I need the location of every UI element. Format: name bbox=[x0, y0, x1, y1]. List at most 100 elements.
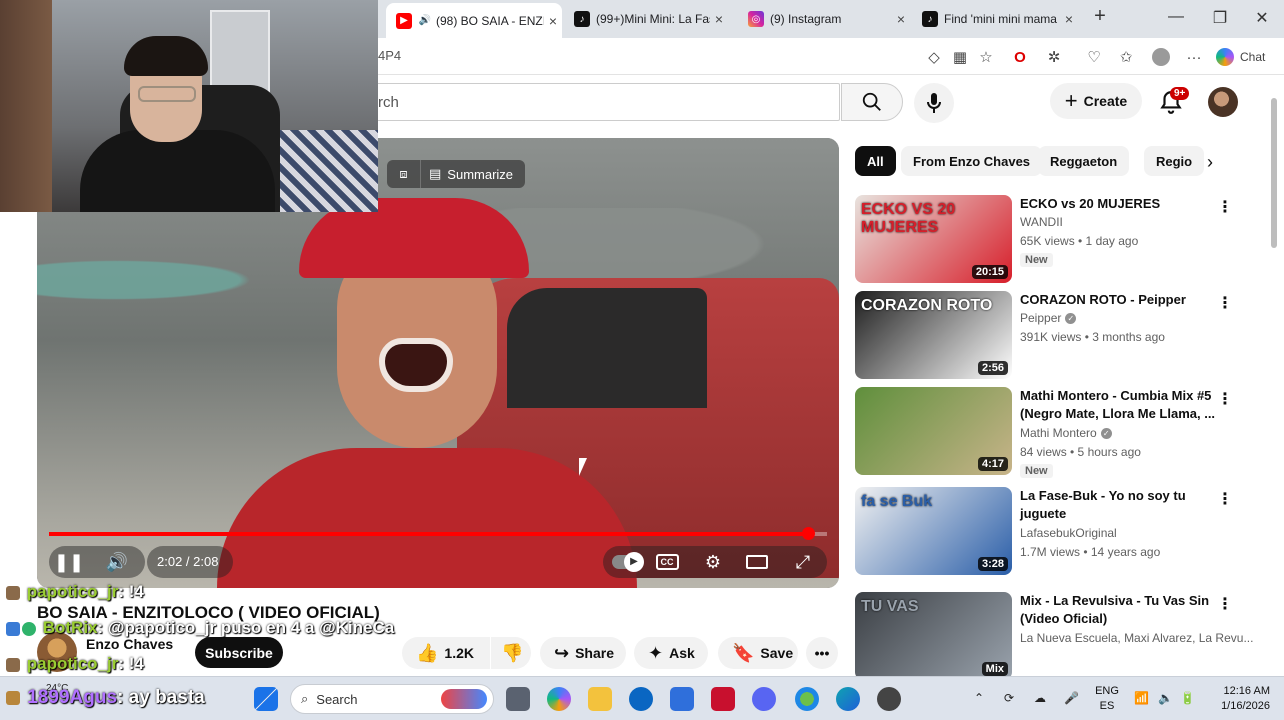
captions-button[interactable]: CC bbox=[653, 548, 681, 576]
minimize-icon[interactable]: — bbox=[1166, 8, 1186, 26]
mic-tray-icon[interactable]: 🎤 bbox=[1064, 691, 1079, 705]
restore-icon[interactable]: ❐ bbox=[1210, 8, 1230, 28]
create-button[interactable]: + Create bbox=[1050, 83, 1142, 119]
progress-bar[interactable] bbox=[49, 527, 827, 540]
close-tab-icon[interactable]: × bbox=[544, 13, 562, 29]
new-tab-button[interactable]: + bbox=[1090, 5, 1110, 28]
file-explorer-icon[interactable] bbox=[588, 687, 612, 711]
more-icon[interactable]: ··· bbox=[1184, 47, 1204, 67]
settings-button[interactable]: ⚙ bbox=[699, 548, 727, 576]
video-thumbnail[interactable]: ECKO VS 20 MUJERES 20:15 bbox=[855, 195, 1012, 283]
ask-button[interactable]: ✦ Ask bbox=[634, 637, 708, 669]
chevron-right-icon[interactable]: › bbox=[1198, 150, 1222, 174]
close-window-icon[interactable]: ✕ bbox=[1252, 8, 1272, 28]
speaker-tray-icon[interactable]: 🔈 bbox=[1158, 691, 1173, 705]
mcafee-icon[interactable] bbox=[711, 687, 735, 711]
recommended-title[interactable]: Mix - La Revulsiva - Tu Vas Sin (Video O… bbox=[1020, 592, 1225, 628]
kebab-menu-icon[interactable]: ⋮ bbox=[1217, 389, 1233, 408]
video-thumbnail[interactable]: TU VAS Mix bbox=[855, 592, 1012, 680]
cloud-icon[interactable]: ☁ bbox=[1034, 691, 1046, 705]
speaker-icon[interactable]: 🔊 bbox=[418, 13, 432, 29]
dislike-button[interactable]: 👎 bbox=[491, 637, 531, 669]
copilot-icon[interactable] bbox=[547, 687, 571, 711]
pause-button[interactable]: ❚❚ bbox=[54, 548, 84, 576]
fullscreen-button[interactable]: ⤢ bbox=[789, 548, 817, 576]
chevron-up-icon[interactable]: ⌃ bbox=[974, 691, 984, 705]
browser-essentials-icon[interactable]: ♡ bbox=[1084, 47, 1104, 67]
volume-button[interactable]: 🔊 bbox=[103, 548, 131, 576]
reading-mode-icon[interactable]: ◇ bbox=[924, 47, 944, 67]
battery-icon[interactable]: 🔋 bbox=[1180, 691, 1195, 705]
close-tab-icon[interactable]: × bbox=[710, 11, 728, 27]
profile-icon[interactable] bbox=[1152, 48, 1170, 66]
subscribe-button[interactable]: Subscribe bbox=[195, 637, 283, 668]
video-thumbnail[interactable]: 4:17 bbox=[855, 387, 1012, 475]
recommended-video[interactable]: 4:17 Mathi Montero - Cumbia Mix #5 (Negro… bbox=[855, 387, 1255, 478]
kebab-menu-icon[interactable]: ⋮ bbox=[1217, 489, 1233, 508]
autoplay-toggle[interactable]: ▶ bbox=[609, 548, 645, 576]
kebab-menu-icon[interactable]: ⋮ bbox=[1217, 594, 1233, 613]
opera-extension-icon[interactable]: O bbox=[1010, 47, 1030, 67]
channel-name[interactable]: Enzo Chaves bbox=[86, 636, 173, 652]
recommended-channel[interactable]: Mathi Montero ✓ bbox=[1020, 426, 1112, 440]
kebab-menu-icon[interactable]: ⋮ bbox=[1217, 293, 1233, 312]
hp-icon[interactable] bbox=[629, 687, 653, 711]
recommended-title[interactable]: ECKO vs 20 MUJERES bbox=[1020, 195, 1225, 213]
recommended-channel[interactable]: La Nueva Escuela, Maxi Alvarez, La Revu.… bbox=[1020, 631, 1253, 645]
recommended-video[interactable]: TU VAS Mix Mix - La Revulsiva - Tu Vas Sin… bbox=[855, 592, 1255, 682]
discord-icon[interactable] bbox=[752, 687, 776, 711]
tab-tiktok-2[interactable]: ♪ Find 'mini mini mama tiktok' × bbox=[912, 5, 1078, 33]
recommended-title[interactable]: Mathi Montero - Cumbia Mix #5 (Negro Mat… bbox=[1020, 387, 1225, 423]
language-indicator[interactable]: ENG ES bbox=[1094, 684, 1120, 714]
sync-icon[interactable]: ⟳ bbox=[1004, 691, 1014, 705]
tab-instagram[interactable]: ◎ (9) Instagram × bbox=[738, 5, 910, 33]
obs-icon[interactable] bbox=[877, 687, 901, 711]
save-button[interactable]: 🔖 Save bbox=[718, 637, 798, 669]
kebab-menu-icon[interactable]: ⋮ bbox=[1217, 197, 1233, 216]
account-avatar[interactable] bbox=[1208, 87, 1238, 117]
video-thumbnail[interactable]: fa se Buk 3:28 bbox=[855, 487, 1012, 575]
search-button[interactable] bbox=[841, 83, 903, 121]
share-button[interactable]: ↪ Share bbox=[540, 637, 626, 669]
page-scrollbar[interactable] bbox=[1270, 88, 1278, 668]
favorite-star-icon[interactable]: ☆ bbox=[976, 47, 996, 67]
recommended-title[interactable]: CORAZON ROTO - Peipper bbox=[1020, 291, 1225, 309]
taskbar-search[interactable]: ⌕ Search bbox=[290, 684, 494, 714]
windows-start-icon[interactable] bbox=[254, 687, 278, 711]
recommended-video[interactable]: CORAZON ROTO 2:56 CORAZON ROTO - Peipper Pe… bbox=[855, 291, 1255, 381]
recommended-video[interactable]: fa se Buk 3:28 La Fase-Buk - Yo no soy tu … bbox=[855, 487, 1255, 577]
clock[interactable]: 12:16 AM 1/16/2026 bbox=[1212, 684, 1270, 714]
chip-reggaeton[interactable]: Reggaeton bbox=[1038, 146, 1130, 176]
summarize-button[interactable]: ▤ Summarize bbox=[421, 166, 525, 182]
apps-icon[interactable]: ▦ bbox=[950, 47, 970, 67]
voice-search-button[interactable] bbox=[914, 83, 954, 123]
copilot-chat-button[interactable]: Chat bbox=[1216, 47, 1276, 67]
favorites-icon[interactable]: ✩ bbox=[1116, 47, 1136, 67]
extensions-icon[interactable]: ✲ bbox=[1044, 47, 1064, 67]
picture-in-picture-icon[interactable]: ⧈ bbox=[387, 160, 421, 188]
close-tab-icon[interactable]: × bbox=[892, 11, 910, 27]
tab-youtube[interactable]: ▶ 🔊 (98) BO SAIA - ENZITOLOCO × bbox=[386, 3, 562, 38]
scrollbar-thumb[interactable] bbox=[1271, 98, 1277, 248]
more-actions-button[interactable]: ••• bbox=[806, 637, 838, 669]
close-tab-icon[interactable]: × bbox=[1060, 11, 1078, 27]
chip-all[interactable]: All bbox=[855, 146, 896, 176]
like-button[interactable]: 👍 1.2K bbox=[402, 637, 490, 669]
recommended-channel[interactable]: WANDII bbox=[1020, 215, 1063, 229]
recommended-channel[interactable]: LafasebukOriginal bbox=[1020, 526, 1117, 540]
edge-icon[interactable] bbox=[836, 687, 860, 711]
store-icon[interactable] bbox=[670, 687, 694, 711]
recommended-video[interactable]: ECKO VS 20 MUJERES 20:15 ECKO vs 20 MUJERE… bbox=[855, 195, 1255, 285]
wifi-icon[interactable]: 📶 bbox=[1134, 691, 1149, 705]
recommended-title[interactable]: La Fase-Buk - Yo no soy tu juguete bbox=[1020, 487, 1225, 523]
search-input[interactable]: rch bbox=[378, 83, 840, 121]
chip-regional[interactable]: Regio bbox=[1144, 146, 1205, 176]
url-field[interactable]: 4P4 bbox=[378, 48, 401, 63]
tab-tiktok-1[interactable]: ♪ (99+)Mini Mini: La Fascinante × bbox=[564, 5, 728, 33]
theater-mode-button[interactable] bbox=[743, 548, 771, 576]
video-thumbnail[interactable]: CORAZON ROTO 2:56 bbox=[855, 291, 1012, 379]
chip-from-channel[interactable]: From Enzo Chaves bbox=[901, 146, 1043, 176]
task-view-icon[interactable] bbox=[506, 687, 530, 711]
recommended-channel[interactable]: Peipper ✓ bbox=[1020, 311, 1077, 325]
chrome-icon[interactable] bbox=[795, 687, 819, 711]
